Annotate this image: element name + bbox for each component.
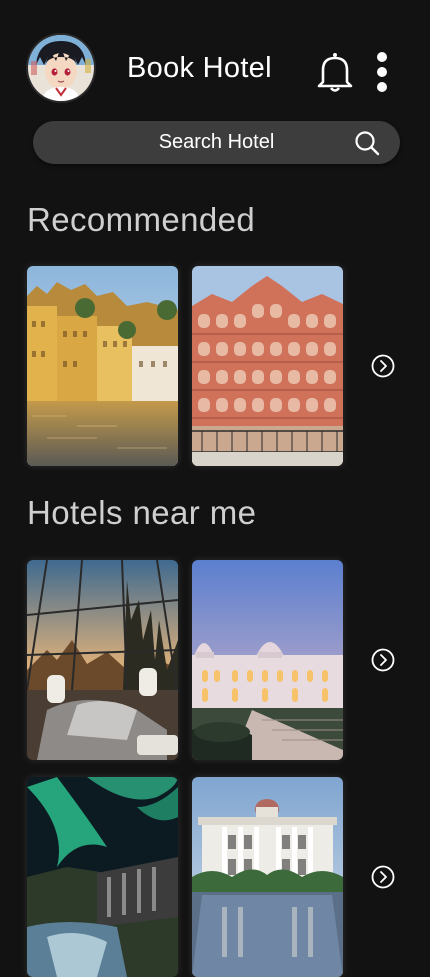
avatar[interactable]	[28, 35, 94, 101]
search-bar[interactable]: Search Hotel	[33, 121, 400, 164]
hotel-card-glass-igloo[interactable]	[27, 560, 178, 760]
section-title-nearby: Hotels near me	[27, 494, 257, 531]
chevron-right-circle-icon[interactable]	[371, 354, 395, 378]
hotel-image	[27, 777, 178, 977]
hotel-image	[192, 777, 343, 977]
search-icon[interactable]	[354, 130, 380, 156]
app-header: Book Hotel	[0, 0, 430, 120]
hotel-card-grand-mansion[interactable]	[192, 777, 343, 977]
page-title: Book Hotel	[127, 52, 272, 84]
section-title-recommended: Recommended	[27, 201, 256, 238]
avatar-image	[28, 35, 94, 101]
hotel-image	[192, 266, 343, 466]
search-label: Search Hotel	[158, 131, 275, 153]
hotel-card-lake-palace[interactable]	[27, 266, 178, 466]
hotel-card-palace-hotel[interactable]	[192, 560, 343, 760]
chevron-right-circle-icon[interactable]	[371, 648, 395, 672]
bell-icon[interactable]	[314, 50, 356, 94]
hotel-card-aurora-lagoon[interactable]	[27, 777, 178, 977]
hotel-card-hawa-mahal[interactable]	[192, 266, 343, 466]
hotel-image	[27, 560, 178, 760]
hotel-image	[27, 266, 178, 466]
hotel-image	[192, 560, 343, 760]
chevron-right-circle-icon[interactable]	[371, 865, 395, 889]
more-vertical-icon[interactable]	[372, 50, 392, 94]
